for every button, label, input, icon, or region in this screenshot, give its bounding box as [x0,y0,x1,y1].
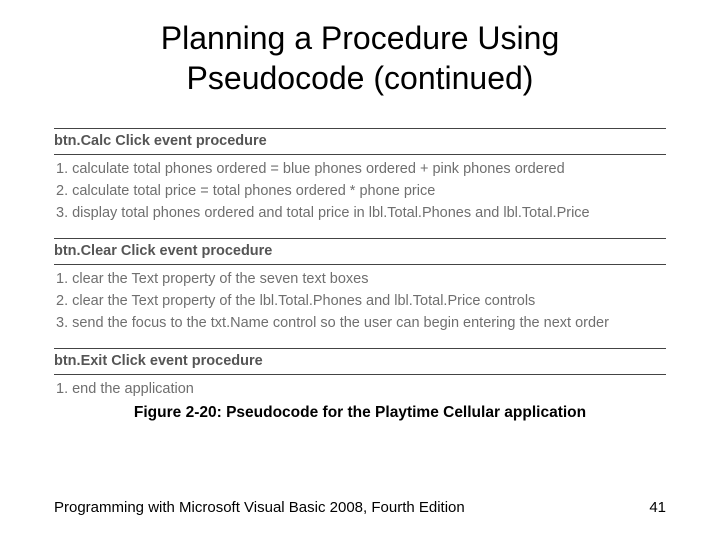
procedure-calc-header: btn.Calc Click event procedure [54,128,666,155]
list-item: 1. calculate total phones ordered = blue… [56,159,666,180]
procedure-clear-steps: 1. clear the Text property of the seven … [56,269,666,334]
procedure-clear-header: btn.Clear Click event procedure [54,238,666,265]
title-line-2: Pseudocode (continued) [187,60,534,96]
list-item: 2. clear the Text property of the lbl.To… [56,291,666,312]
procedure-clear-group: btn.Clear Click event procedure 1. clear… [54,238,666,334]
figure-pseudocode: btn.Calc Click event procedure 1. calcul… [54,128,666,414]
list-item: 3. send the focus to the txt.Name contro… [56,313,666,334]
list-item: 1. clear the Text property of the seven … [56,269,666,290]
list-item: 3. display total phones ordered and tota… [56,203,666,224]
list-item: 2. calculate total price = total phones … [56,181,666,202]
figure-caption: Figure 2-20: Pseudocode for the Playtime… [0,404,720,422]
slide: Planning a Procedure Using Pseudocode (c… [0,0,720,540]
title-line-1: Planning a Procedure Using [161,20,559,56]
procedure-calc-group: btn.Calc Click event procedure 1. calcul… [54,128,666,224]
footer-text: Programming with Microsoft Visual Basic … [54,499,465,516]
procedure-exit-header: btn.Exit Click event procedure [54,348,666,375]
procedure-calc-steps: 1. calculate total phones ordered = blue… [56,159,666,224]
footer: Programming with Microsoft Visual Basic … [54,499,666,516]
procedure-exit-group: btn.Exit Click event procedure 1. end th… [54,348,666,400]
procedure-exit-steps: 1. end the application [56,379,666,400]
page-number: 41 [649,499,666,516]
slide-title: Planning a Procedure Using Pseudocode (c… [0,18,720,98]
list-item: 1. end the application [56,379,666,400]
